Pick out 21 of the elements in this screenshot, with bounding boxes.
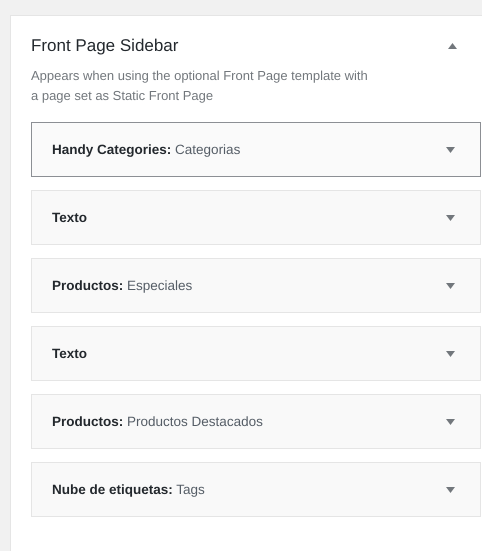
widget-row[interactable]: Productos: Productos Destacados <box>31 394 481 449</box>
widget-row[interactable]: Texto <box>31 190 481 245</box>
widget-label: Texto <box>52 346 88 361</box>
expand-arrow-icon[interactable] <box>446 350 455 356</box>
expand-arrow-icon[interactable] <box>446 486 455 492</box>
widget-label: Productos: Productos Destacados <box>52 414 263 429</box>
collapse-arrow-icon[interactable] <box>448 43 457 49</box>
widget-row[interactable]: Nube de etiquetas: Tags <box>31 462 481 517</box>
expand-arrow-icon[interactable] <box>446 282 455 288</box>
widget-label: Handy Categories: Categorias <box>52 142 240 157</box>
widget-label: Productos: Especiales <box>52 278 192 293</box>
expand-arrow-icon[interactable] <box>446 146 455 152</box>
widget-row[interactable]: Productos: Especiales <box>31 258 481 313</box>
widget-label: Nube de etiquetas: Tags <box>52 482 205 497</box>
sidebar-description: Appears when using the optional Front Page template with a page set as Static Front Page <box>31 67 369 105</box>
widget-row[interactable]: Handy Categories: Categorias <box>31 122 481 177</box>
sidebar-title: Front Page Sidebar <box>31 36 178 56</box>
widget-label: Texto <box>52 210 88 225</box>
expand-arrow-icon[interactable] <box>446 418 455 424</box>
widget-row[interactable]: Texto <box>31 326 481 381</box>
expand-arrow-icon[interactable] <box>446 214 455 220</box>
